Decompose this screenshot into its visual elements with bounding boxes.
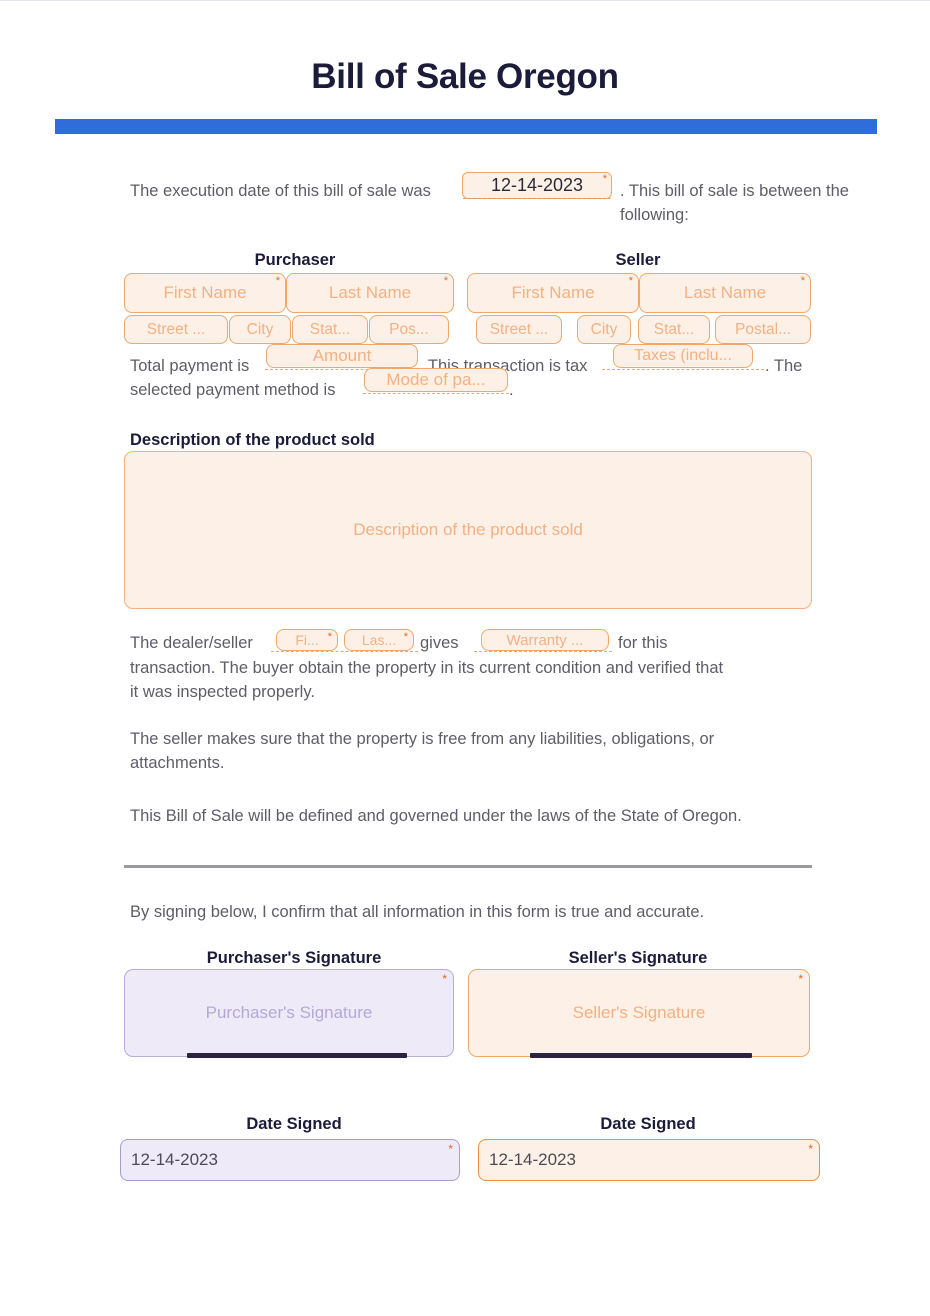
taxes-field[interactable]: Taxes (inclu... <box>613 344 753 368</box>
seller-date-signed-field[interactable]: 12-14-2023 <box>478 1139 820 1181</box>
purchaser-state-field[interactable]: Stat... <box>292 315 368 344</box>
purchaser-city-placeholder: City <box>246 320 274 338</box>
warranty-type-underline <box>474 651 612 652</box>
warranty-last-name-field[interactable]: Las... <box>344 629 414 651</box>
purchaser-date-signed-label: Date Signed <box>246 1115 342 1133</box>
purchaser-street-placeholder: Street ... <box>146 320 206 338</box>
purchaser-last-name-field[interactable]: Last Name <box>286 273 454 313</box>
purchaser-signature-line <box>187 1053 407 1058</box>
execution-date-required-marker <box>462 172 612 199</box>
purchaser-date-signed-value: 12-14-2023 <box>131 1150 218 1169</box>
payment-mode-placeholder: Mode of pa... <box>386 370 486 389</box>
purchaser-state-placeholder: Stat... <box>309 320 351 338</box>
seller-state-field[interactable]: Stat... <box>638 315 710 344</box>
purchaser-first-name-field[interactable]: First Name <box>124 273 286 313</box>
intro-text-after-date: . This bill of sale is between the follo… <box>620 182 849 224</box>
purchaser-street-field[interactable]: Street ... <box>124 315 228 344</box>
seller-last-name-placeholder: Last Name <box>683 283 767 302</box>
payment-period-text: . <box>509 381 514 399</box>
seller-postal-placeholder: Postal... <box>735 320 791 338</box>
taxes-underline <box>602 369 764 370</box>
seller-signature-pad[interactable]: Seller's Signature <box>468 969 810 1057</box>
header-accent-bar <box>55 119 877 134</box>
warranty-last-name-placeholder: Las... <box>361 632 397 648</box>
amount-placeholder: Amount <box>312 346 372 365</box>
purchaser-signature-label: Purchaser's Signature <box>206 949 382 967</box>
seller-street-field[interactable]: Street ... <box>476 315 562 344</box>
warranty-tail-line1: for this <box>618 634 668 652</box>
governing-law-clause: This Bill of Sale will be defined and go… <box>130 807 742 825</box>
seller-signature-line <box>530 1053 752 1058</box>
seller-city-placeholder: City <box>590 320 618 338</box>
seller-signature-placeholder: Seller's Signature <box>572 1003 706 1022</box>
amount-field[interactable]: Amount <box>266 344 418 368</box>
warranty-type-field[interactable]: Warranty ... <box>481 629 609 651</box>
seller-street-placeholder: Street ... <box>489 320 549 338</box>
execution-date-underline <box>463 198 611 199</box>
seller-signature-label: Seller's Signature <box>568 949 708 967</box>
payment-mode-field[interactable]: Mode of pa... <box>364 368 508 392</box>
payment-tail-text: . The <box>765 357 803 375</box>
seller-date-signed-label: Date Signed <box>600 1115 696 1133</box>
payment-method-lead-text: selected payment method is <box>130 381 336 399</box>
warranty-gives-text: gives <box>420 634 459 652</box>
warranty-type-placeholder: Warranty ... <box>506 631 584 649</box>
product-description-textarea[interactable]: Description of the product sold <box>124 451 812 609</box>
seller-state-placeholder: Stat... <box>653 320 695 338</box>
warranty-name-underline <box>271 651 418 652</box>
seller-first-name-placeholder: First Name <box>511 283 595 302</box>
purchaser-signature-placeholder: Purchaser's Signature <box>205 1003 373 1022</box>
purchaser-heading: Purchaser <box>254 251 336 269</box>
warranty-lead-text: The dealer/seller <box>130 634 253 652</box>
warranty-first-name-field[interactable]: Fi... <box>276 629 338 651</box>
seller-first-name-field[interactable]: First Name <box>467 273 639 313</box>
warranty-tail-line3: it was inspected properly. <box>130 683 315 701</box>
taxes-placeholder: Taxes (inclu... <box>634 347 732 364</box>
seller-city-field[interactable]: City <box>577 315 631 344</box>
purchaser-postal-placeholder: Pos... <box>389 320 429 338</box>
section-divider <box>124 865 812 868</box>
seller-last-name-field[interactable]: Last Name <box>639 273 811 313</box>
warranty-first-name-placeholder: Fi... <box>295 632 319 648</box>
description-label: Description of the product sold <box>130 431 375 449</box>
payment-mode-underline <box>363 393 509 394</box>
purchaser-date-signed-field[interactable]: 12-14-2023 <box>120 1139 460 1181</box>
intro-text-before-date: The execution date of this bill of sale … <box>130 182 431 200</box>
payment-lead-text: Total payment is <box>130 357 250 375</box>
seller-postal-field[interactable]: Postal... <box>715 315 811 344</box>
confirmation-text: By signing below, I confirm that all inf… <box>130 903 705 921</box>
purchaser-city-field[interactable]: City <box>229 315 291 344</box>
purchaser-signature-pad[interactable]: Purchaser's Signature <box>124 969 454 1057</box>
seller-heading: Seller <box>615 251 661 269</box>
document-page: Bill of Sale Oregon The execution date o… <box>0 0 930 1316</box>
liabilities-clause: The seller makes sure that the property … <box>130 730 715 772</box>
purchaser-postal-field[interactable]: Pos... <box>369 315 449 344</box>
warranty-tail-line2: transaction. The buyer obtain the proper… <box>130 659 724 677</box>
purchaser-last-name-placeholder: Last Name <box>328 283 412 302</box>
purchaser-first-name-placeholder: First Name <box>163 283 247 302</box>
product-description-placeholder: Description of the product sold <box>353 520 583 539</box>
seller-date-signed-value: 12-14-2023 <box>489 1150 576 1169</box>
page-title: Bill of Sale Oregon <box>311 57 619 96</box>
